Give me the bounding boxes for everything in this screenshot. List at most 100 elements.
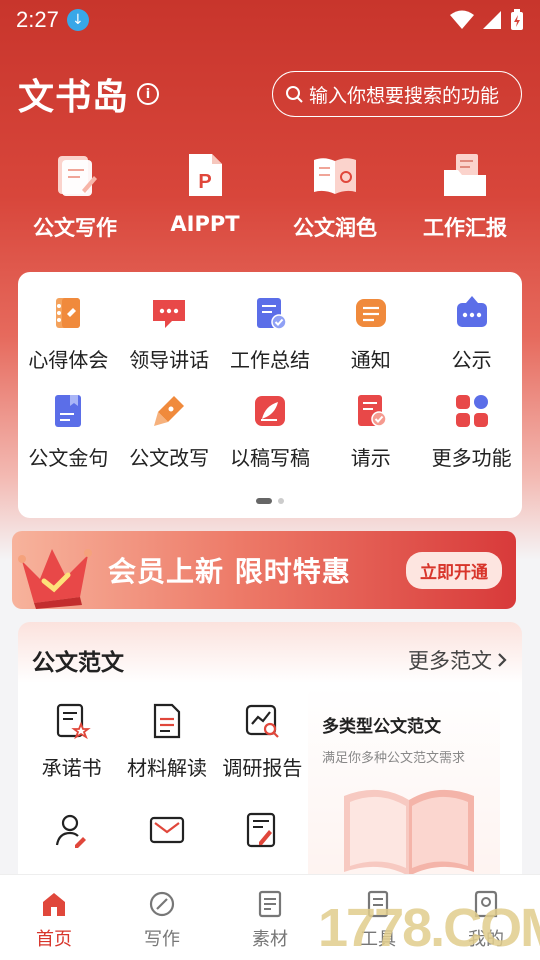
- page-indicator: [256, 498, 284, 504]
- wifi-icon: [450, 10, 474, 29]
- doc-list-icon: [258, 890, 282, 918]
- status-bar: 2:27 ↓: [0, 0, 540, 40]
- tab-write[interactable]: 写作: [108, 875, 216, 960]
- tool-report[interactable]: 工作汇报: [405, 150, 525, 250]
- tab-label: 素材: [252, 929, 288, 950]
- grid-label: 心得体会: [28, 348, 109, 372]
- page-dot-active: [256, 498, 272, 504]
- tool-label: 公文写作: [33, 216, 117, 240]
- tab-material[interactable]: 素材: [216, 875, 324, 960]
- doc-pen-icon: [247, 812, 276, 848]
- grid-label: 公文金句: [28, 446, 109, 470]
- tab-home[interactable]: 首页: [0, 875, 108, 960]
- function-grid: 心得体会 领导讲话 工作总结 通知 公示 公文金句 公文改写 以稿写稿 请示 更…: [18, 272, 522, 518]
- status-icons: [450, 9, 524, 31]
- grid-label: 请示: [350, 446, 391, 470]
- top-tools: 公文写作 P AIPPT 公文润色 工作汇报: [0, 150, 540, 250]
- envelope-icon: [149, 816, 185, 844]
- chart-search-icon: [246, 704, 280, 738]
- section-title: 公文范文: [32, 650, 124, 676]
- folder-doc-icon: [444, 154, 486, 196]
- grid-item-notice[interactable]: 通知: [320, 286, 421, 384]
- vip-banner[interactable]: 会员上新 限时特惠 立即开通: [12, 531, 516, 609]
- grid-row: 公文金句 公文改写 以稿写稿 请示 更多功能: [18, 384, 522, 482]
- sample-item-pledge[interactable]: 承诺书: [24, 702, 119, 781]
- grid-label: 以稿写稿: [229, 446, 310, 470]
- grid-label: 领导讲话: [129, 348, 210, 372]
- battery-icon: [511, 9, 523, 30]
- board-icon: [456, 296, 487, 327]
- tab-label: 首页: [36, 929, 72, 950]
- grid-item-speech[interactable]: 领导讲话: [119, 286, 220, 384]
- quill-icon: [254, 396, 285, 426]
- search-placeholder: 输入你想要搜索的功能: [309, 84, 500, 107]
- grid-item-rewrite[interactable]: 公文改写: [119, 384, 220, 482]
- app-header: 文书岛 i 输入你想要搜索的功能: [0, 66, 540, 122]
- sample-label: 材料解读: [126, 756, 207, 780]
- sample-item-research[interactable]: 调研报告: [215, 702, 310, 781]
- page-dot: [278, 498, 284, 504]
- grid-more-icon: [455, 395, 488, 427]
- sample-item-interpretation[interactable]: 材料解读: [119, 702, 214, 781]
- sample-item-4[interactable]: [24, 811, 119, 849]
- sample-label: 承诺书: [41, 756, 102, 780]
- grid-item-publicity[interactable]: 公示: [421, 286, 522, 384]
- watermark-logo: 1778.COM: [318, 898, 540, 958]
- more-samples-link[interactable]: 更多范文: [408, 645, 508, 675]
- doc-star-icon: [56, 703, 91, 740]
- compass-icon: [149, 891, 175, 917]
- user-edit-icon: [55, 814, 86, 848]
- chat-bubble-icon: [153, 300, 186, 328]
- grid-item-request[interactable]: 请示: [320, 384, 421, 482]
- notebook-icon: [56, 298, 81, 328]
- search-icon: [286, 86, 303, 103]
- grid-row: 心得体会 领导讲话 工作总结 通知 公示: [18, 286, 522, 384]
- home-icon: [43, 893, 65, 916]
- svg-text:P: P: [198, 171, 211, 193]
- notebook-pen-icon: [58, 156, 97, 196]
- grid-item-more[interactable]: 更多功能: [421, 384, 522, 482]
- tool-aippt[interactable]: P AIPPT: [145, 150, 265, 250]
- doc-approve-icon: [357, 395, 387, 427]
- vip-open-button[interactable]: 立即开通: [406, 551, 502, 589]
- sample-header: 公文范文 更多范文: [18, 622, 522, 682]
- promo-subtitle: 满足你多种公文范文需求: [322, 751, 466, 766]
- app-title: 文书岛: [18, 77, 130, 118]
- tab-label: 写作: [144, 929, 180, 950]
- fountain-pen-icon: [154, 396, 185, 426]
- tool-polish[interactable]: 公文润色: [275, 150, 395, 250]
- tool-label: AIPPT: [170, 212, 240, 236]
- search-input[interactable]: 输入你想要搜索的功能: [272, 71, 522, 117]
- tool-official-writing[interactable]: 公文写作: [15, 150, 135, 250]
- grid-label: 通知: [350, 348, 391, 372]
- doc-lines-icon: [153, 703, 181, 739]
- grid-label: 更多功能: [431, 446, 512, 470]
- grid-label: 公文改写: [129, 446, 210, 470]
- tool-label: 工作汇报: [423, 216, 507, 240]
- vip-text: 会员上新 限时特惠: [108, 555, 351, 588]
- grid-label: 工作总结: [229, 348, 310, 372]
- info-icon[interactable]: i: [137, 83, 160, 105]
- status-time: 2:27: [16, 7, 59, 32]
- book-illustration-icon: [344, 789, 474, 876]
- grid-item-draft[interactable]: 以稿写稿: [220, 384, 321, 482]
- tool-label: 公文润色: [293, 216, 377, 240]
- crown-icon: [18, 549, 92, 609]
- sample-item-6[interactable]: [215, 811, 310, 849]
- more-samples-label: 更多范文: [408, 649, 492, 673]
- sample-grid: 承诺书 材料解读 调研报告: [24, 702, 310, 849]
- promo-title: 多类型公文范文: [322, 717, 441, 737]
- doc-check-icon: [256, 298, 287, 330]
- sample-item-5[interactable]: [119, 811, 214, 849]
- download-icon: ↓: [66, 9, 89, 31]
- ppt-file-icon: P: [189, 154, 222, 196]
- grid-item-summary[interactable]: 工作总结: [220, 286, 321, 384]
- sample-label: 调研报告: [222, 756, 303, 780]
- grid-label: 公示: [451, 348, 492, 372]
- message-lines-icon: [355, 299, 386, 327]
- open-book-icon: [314, 158, 356, 194]
- bookmark-doc-icon: [55, 395, 82, 427]
- grid-item-experience[interactable]: 心得体会: [18, 286, 119, 384]
- chevron-right-icon: [498, 653, 507, 667]
- grid-item-golden-sentence[interactable]: 公文金句: [18, 384, 119, 482]
